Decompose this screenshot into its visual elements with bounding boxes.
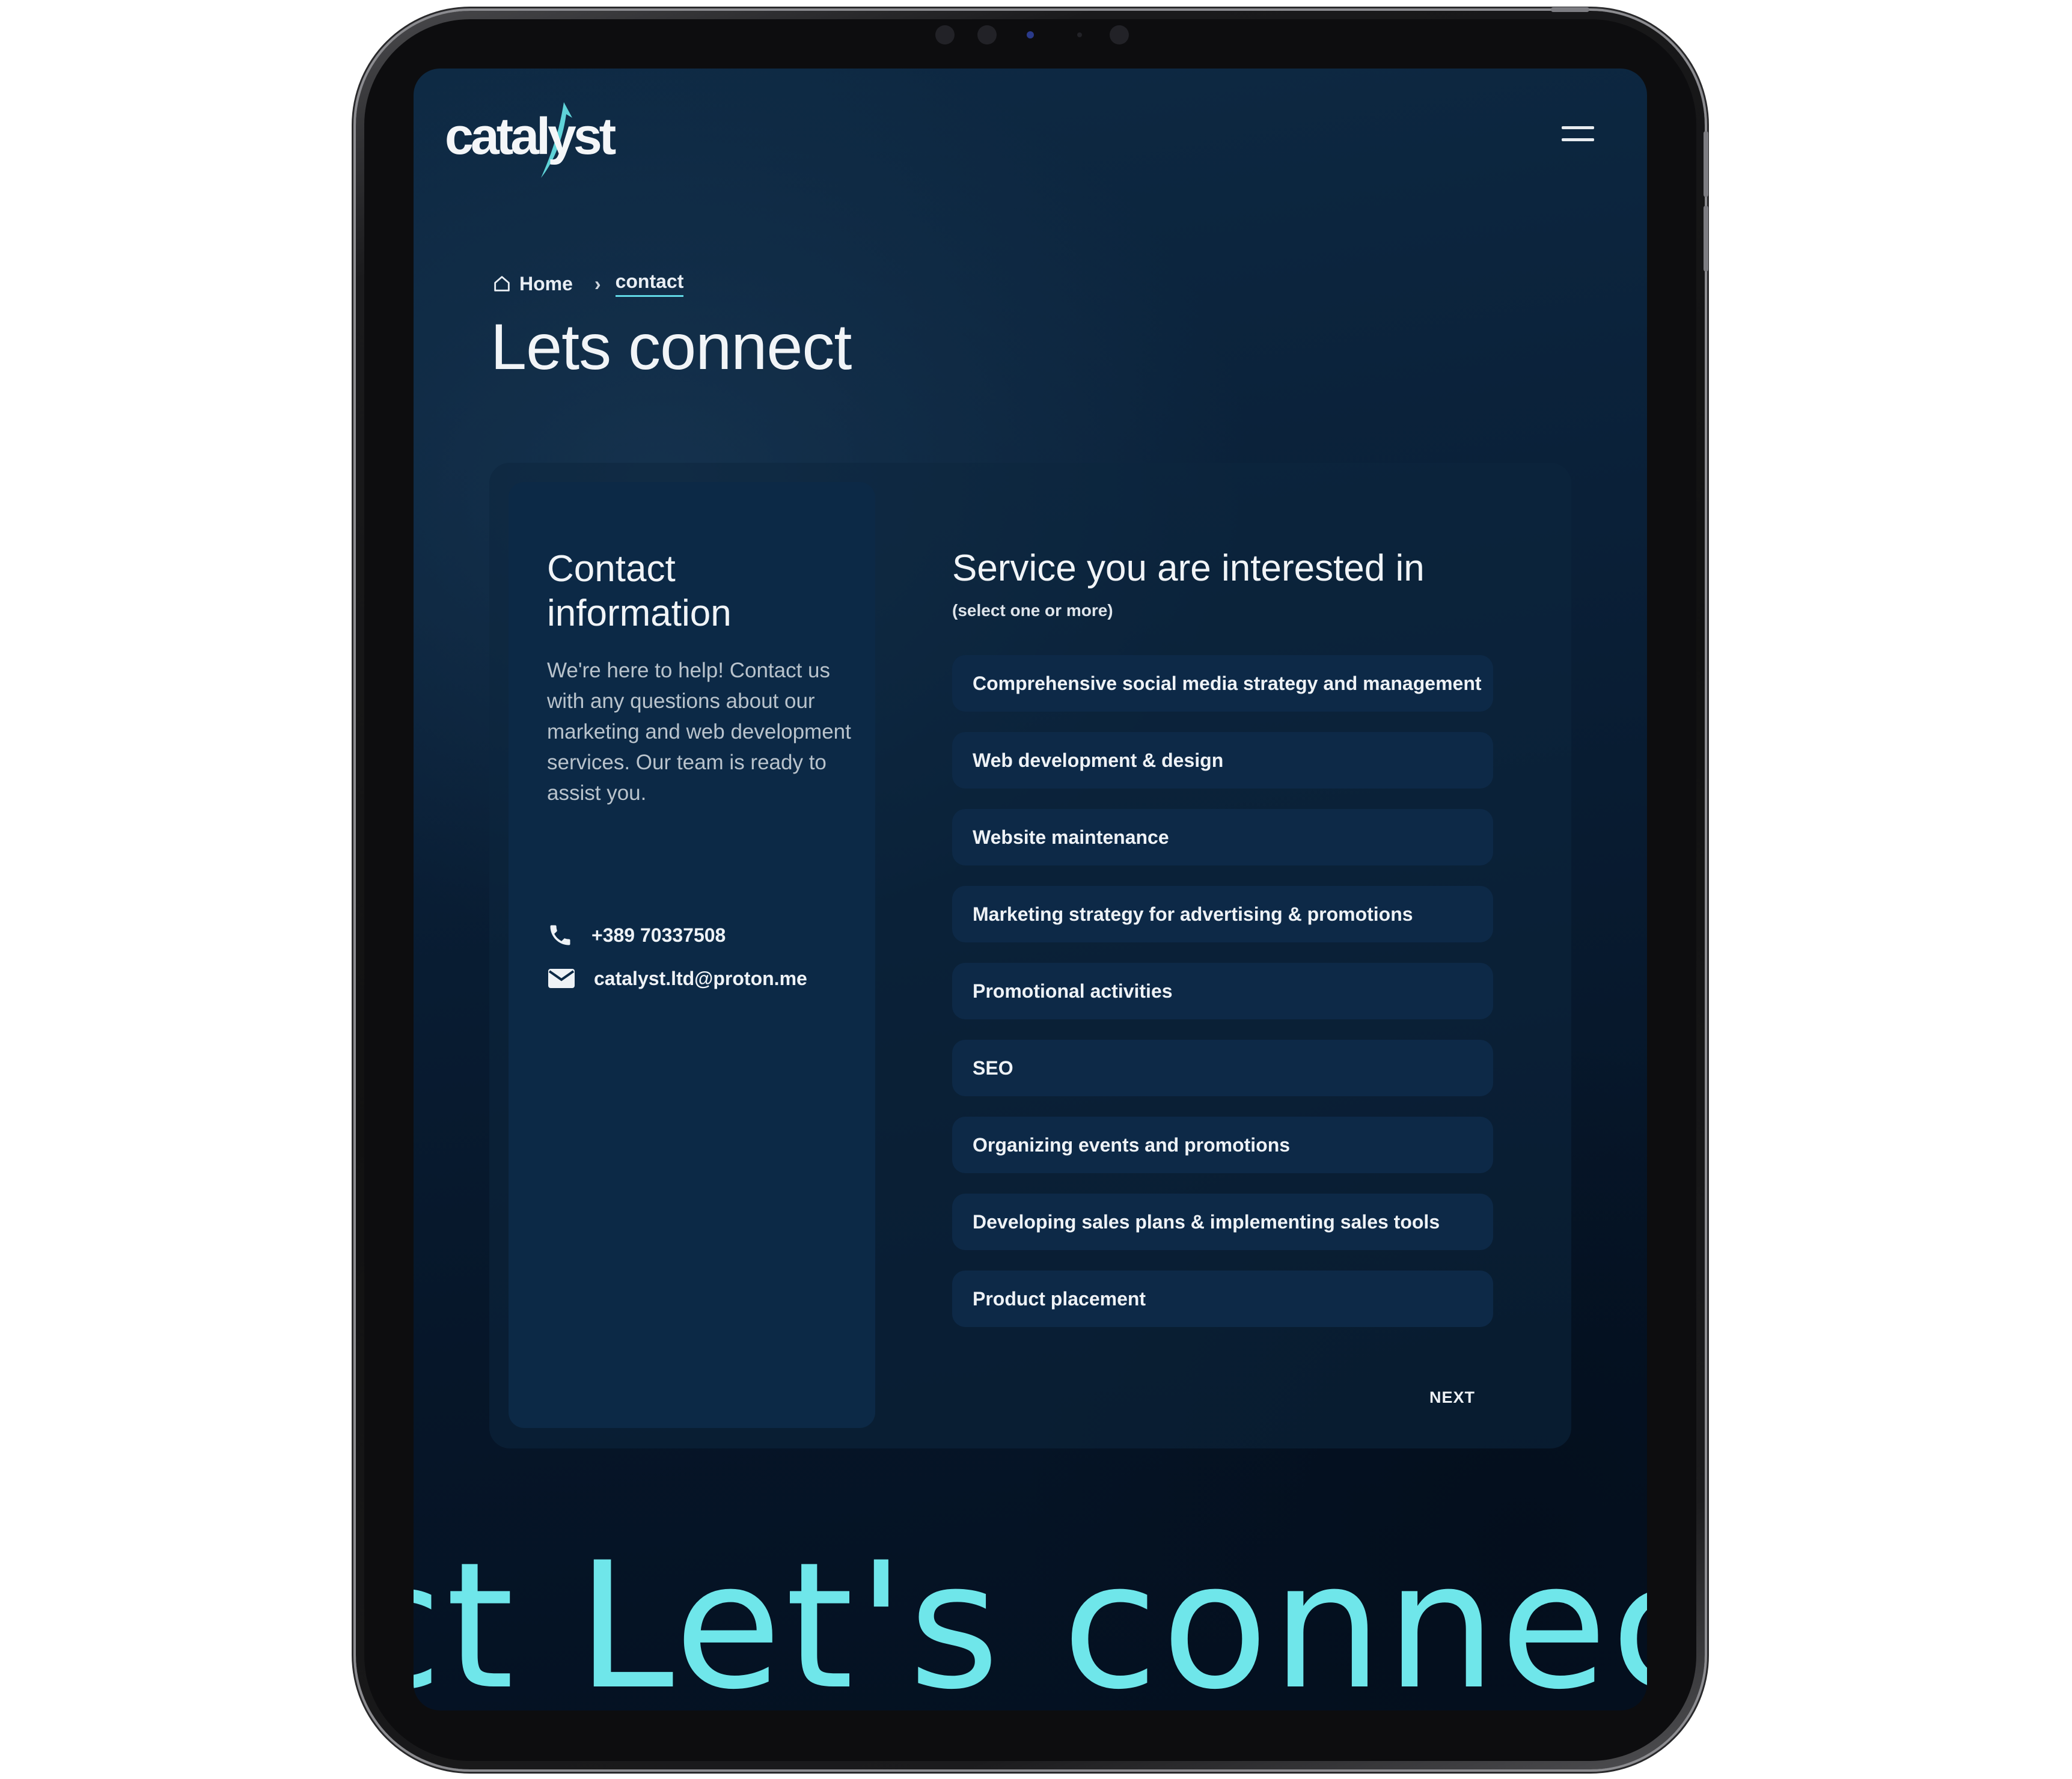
camera-dot bbox=[1077, 32, 1082, 37]
breadcrumb-home-link[interactable]: Home bbox=[519, 273, 573, 295]
contact-info-description: We're here to help! Contact us with any … bbox=[547, 659, 851, 805]
service-option[interactable]: Developing sales plans & implementing sa… bbox=[952, 1194, 1493, 1250]
service-option[interactable]: Marketing strategy for advertising & pro… bbox=[952, 886, 1493, 942]
hamburger-menu-icon[interactable] bbox=[1562, 123, 1595, 147]
email-address[interactable]: catalyst.ltd@proton.me bbox=[594, 968, 807, 990]
chevron-right-icon: › bbox=[594, 272, 601, 294]
camera-lens bbox=[1027, 31, 1034, 38]
service-option[interactable]: Web development & design bbox=[952, 732, 1493, 789]
service-option[interactable]: Organizing events and promotions bbox=[952, 1117, 1493, 1173]
service-option[interactable]: Comprehensive social media strategy and … bbox=[952, 655, 1493, 712]
tablet-volume-down-button bbox=[1704, 206, 1708, 272]
page-title: Lets connect bbox=[490, 310, 852, 383]
logo-wordmark: catalyst bbox=[445, 108, 616, 165]
camera-dot bbox=[977, 25, 997, 44]
services-title: Service you are interested in bbox=[952, 548, 1425, 589]
breadcrumb-current[interactable]: contact bbox=[615, 270, 684, 297]
service-option[interactable]: SEO bbox=[952, 1040, 1493, 1096]
marquee-banner: ct Let's connect bbox=[414, 1525, 1647, 1711]
mail-icon bbox=[548, 969, 575, 988]
camera-dot bbox=[1110, 25, 1129, 44]
service-option[interactable]: Product placement bbox=[952, 1271, 1493, 1327]
catalyst-logo[interactable]: catalyst bbox=[445, 96, 637, 180]
contact-info-title: Contact information bbox=[547, 548, 732, 634]
app-screen: catalyst Home › contact Lets connect Con… bbox=[414, 69, 1647, 1710]
tablet-volume-up-button bbox=[1704, 131, 1708, 197]
services-hint: (select one or more) bbox=[952, 601, 1113, 620]
breadcrumb: Home › contact bbox=[492, 266, 684, 302]
camera-dot bbox=[935, 25, 955, 44]
service-option[interactable]: Website maintenance bbox=[952, 809, 1493, 865]
service-option[interactable]: Promotional activities bbox=[952, 963, 1493, 1019]
phone-row[interactable]: +389 70337508 bbox=[547, 922, 726, 948]
email-row[interactable]: catalyst.ltd@proton.me bbox=[547, 966, 807, 990]
tablet-side-button bbox=[1551, 7, 1589, 12]
home-icon[interactable] bbox=[492, 273, 512, 294]
service-options-list: Comprehensive social media strategy and … bbox=[952, 655, 1493, 1347]
phone-icon bbox=[550, 925, 570, 945]
next-button[interactable]: NEXT bbox=[1429, 1388, 1475, 1407]
phone-number[interactable]: +389 70337508 bbox=[591, 924, 726, 947]
